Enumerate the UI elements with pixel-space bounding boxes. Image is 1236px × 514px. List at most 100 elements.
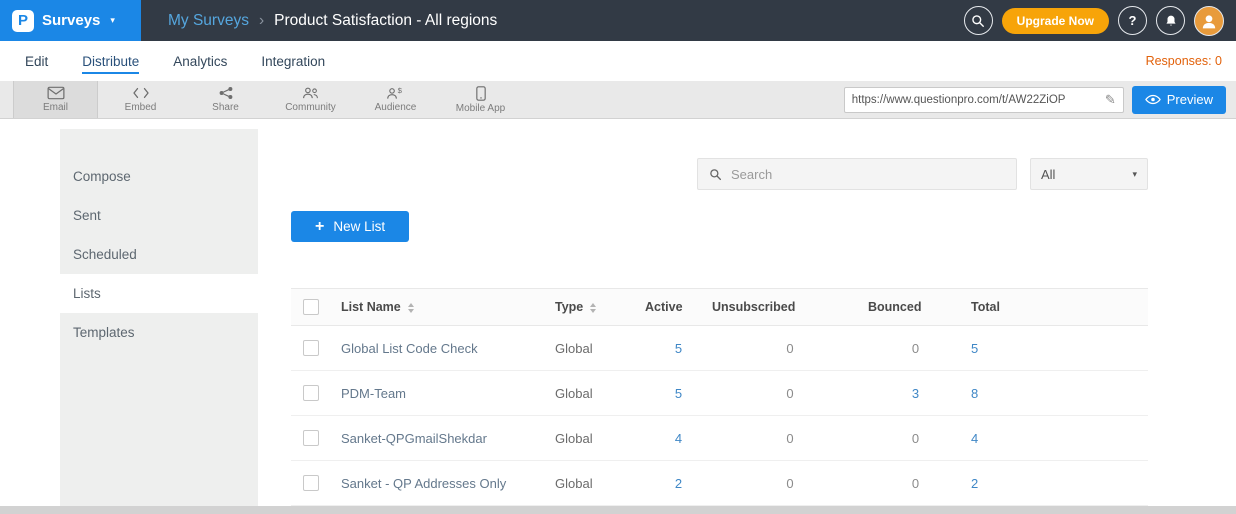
total-count[interactable]: 8 — [963, 371, 1148, 416]
edit-url-icon[interactable]: ✎ — [1105, 92, 1116, 108]
filter-selected-value: All — [1041, 167, 1055, 182]
list-type-filter-dropdown[interactable]: All ▾ — [1030, 158, 1148, 190]
active-count[interactable]: 2 — [645, 461, 712, 506]
search-button[interactable] — [964, 6, 993, 35]
bounced-count: 0 — [868, 416, 963, 461]
tool-audience[interactable]: $ Audience — [353, 81, 438, 118]
list-filters-row: All ▾ — [291, 158, 1148, 190]
questionpro-logo-icon: P — [12, 10, 34, 32]
unsubscribed-count: 0 — [712, 416, 868, 461]
table-row: PDM-Team Global 5 0 3 8 — [291, 371, 1148, 416]
survey-url-field: ✎ — [844, 87, 1124, 113]
plus-icon: + — [315, 219, 324, 235]
total-count[interactable]: 4 — [963, 416, 1148, 461]
row-checkbox[interactable] — [303, 385, 319, 401]
audience-dollar-icon: $ — [386, 86, 405, 100]
chevron-down-icon: ▾ — [1132, 169, 1137, 180]
list-type: Global — [555, 326, 645, 371]
header-active: Active — [645, 289, 712, 326]
unsubscribed-count: 0 — [712, 371, 868, 416]
topbar-actions: Upgrade Now ? — [964, 6, 1236, 36]
active-count[interactable]: 5 — [645, 326, 712, 371]
code-brackets-icon — [132, 86, 150, 100]
list-name-link[interactable]: PDM-Team — [341, 371, 555, 416]
chevron-down-icon: ▾ — [110, 15, 115, 26]
bounced-count: 0 — [868, 461, 963, 506]
tab-edit[interactable]: Edit — [25, 54, 48, 69]
bounced-count[interactable]: 3 — [868, 371, 963, 416]
breadcrumb: My Surveys › Product Satisfaction - All … — [168, 12, 497, 30]
toolbar-right: ✎ Preview — [844, 81, 1236, 118]
sidebar-item-templates[interactable]: Templates — [60, 313, 258, 352]
active-count[interactable]: 5 — [645, 371, 712, 416]
header-total: Total — [963, 289, 1148, 326]
header-unsubscribed: Unsubscribed — [712, 289, 868, 326]
list-name-link[interactable]: Sanket - QP Addresses Only — [341, 461, 555, 506]
total-count[interactable]: 5 — [963, 326, 1148, 371]
sidebar-item-sent[interactable]: Sent — [60, 196, 258, 235]
sort-icon[interactable] — [590, 303, 596, 313]
search-input[interactable] — [731, 167, 1005, 182]
total-count[interactable]: 2 — [963, 461, 1148, 506]
tool-community[interactable]: Community — [268, 81, 353, 118]
breadcrumb-separator: › — [259, 12, 264, 30]
tool-share[interactable]: Share — [183, 81, 268, 118]
table-row: Sanket-QPGmailShekdar Global 4 0 0 4 — [291, 416, 1148, 461]
help-button[interactable]: ? — [1118, 6, 1147, 35]
table-row: Global List Code Check Global 5 0 0 5 — [291, 326, 1148, 371]
bounced-count: 0 — [868, 326, 963, 371]
sidebar-item-scheduled[interactable]: Scheduled — [60, 235, 258, 274]
main-panel: Compose Sent Scheduled Lists Templates A… — [0, 119, 1236, 506]
header-type[interactable]: Type — [555, 289, 645, 326]
table-row: Sanket - QP Addresses Only Global 2 0 0 … — [291, 461, 1148, 506]
list-type: Global — [555, 371, 645, 416]
list-type: Global — [555, 416, 645, 461]
row-checkbox[interactable] — [303, 340, 319, 356]
tool-email[interactable]: Email — [13, 81, 98, 118]
active-count[interactable]: 4 — [645, 416, 712, 461]
tab-distribute[interactable]: Distribute — [82, 54, 139, 69]
sidebar-item-lists[interactable]: Lists — [60, 274, 258, 313]
tab-integration[interactable]: Integration — [261, 54, 325, 69]
distribute-toolbar: Email Embed Share Community $ Audience M… — [0, 81, 1236, 119]
responses-count[interactable]: Responses: 0 — [1146, 54, 1226, 68]
unsubscribed-count: 0 — [712, 326, 868, 371]
email-icon — [47, 86, 65, 100]
tab-analytics[interactable]: Analytics — [173, 54, 227, 69]
svg-text:$: $ — [398, 86, 403, 95]
new-list-button[interactable]: + New List — [291, 211, 409, 242]
survey-nav-tabs: Edit Distribute Analytics Integration Re… — [0, 41, 1236, 81]
unsubscribed-count: 0 — [712, 461, 868, 506]
tool-embed[interactable]: Embed — [98, 81, 183, 118]
people-group-icon — [301, 86, 320, 100]
sort-icon[interactable] — [408, 303, 414, 313]
select-all-checkbox[interactable] — [303, 299, 319, 315]
person-icon — [1200, 12, 1218, 30]
survey-title: Product Satisfaction - All regions — [274, 12, 497, 30]
sidebar-item-compose[interactable]: Compose — [60, 157, 258, 196]
preview-button[interactable]: Preview — [1132, 86, 1226, 114]
row-checkbox[interactable] — [303, 475, 319, 491]
lists-table: List Name Type Active Unsubscribed Bounc… — [291, 288, 1148, 506]
header-list-name[interactable]: List Name — [341, 289, 555, 326]
survey-url-input[interactable] — [852, 94, 1101, 106]
row-checkbox[interactable] — [303, 430, 319, 446]
search-icon — [971, 14, 985, 28]
search-box — [697, 158, 1017, 190]
bell-icon — [1164, 14, 1178, 28]
header-bounced: Bounced — [868, 289, 963, 326]
product-switcher[interactable]: P Surveys ▾ — [0, 0, 141, 41]
notifications-button[interactable] — [1156, 6, 1185, 35]
list-type: Global — [555, 461, 645, 506]
table-header-row: List Name Type Active Unsubscribed Bounc… — [291, 289, 1148, 326]
user-avatar[interactable] — [1194, 6, 1224, 36]
tool-mobile-app[interactable]: Mobile App — [438, 81, 523, 118]
upgrade-now-button[interactable]: Upgrade Now — [1002, 8, 1109, 34]
top-bar: P Surveys ▾ My Surveys › Product Satisfa… — [0, 0, 1236, 41]
eye-icon — [1145, 94, 1161, 105]
mobile-phone-icon — [476, 86, 486, 101]
share-icon — [217, 86, 235, 100]
list-name-link[interactable]: Sanket-QPGmailShekdar — [341, 416, 555, 461]
list-name-link[interactable]: Global List Code Check — [341, 326, 555, 371]
breadcrumb-my-surveys-link[interactable]: My Surveys — [168, 12, 249, 30]
